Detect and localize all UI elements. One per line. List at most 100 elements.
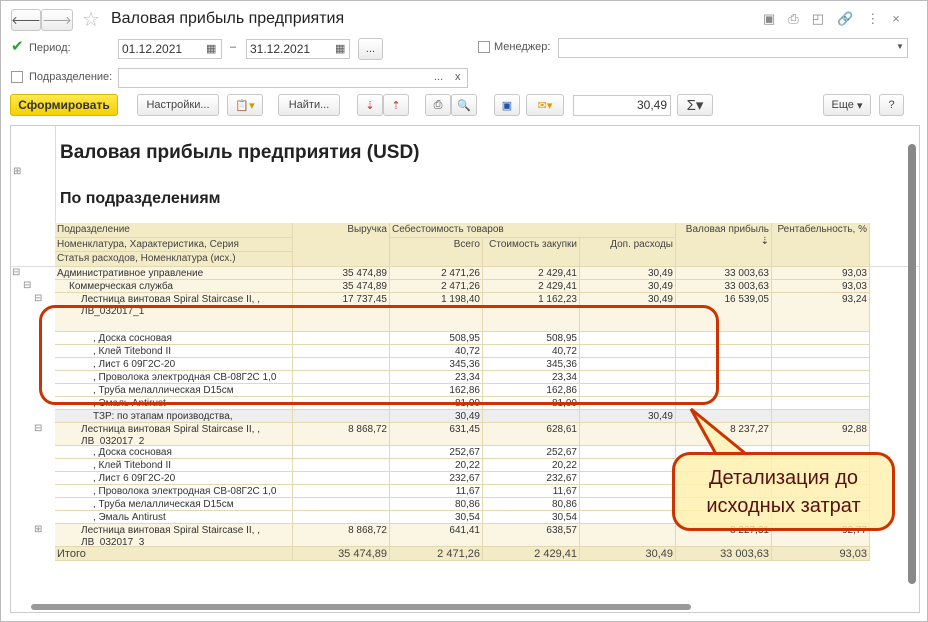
row-value: 30,49 (580, 410, 676, 423)
row-name: , Клей Titebond II (55, 459, 293, 472)
calendar-icon[interactable]: ▦ (335, 42, 345, 55)
period-select-button[interactable]: ... (358, 38, 383, 60)
expand-icon[interactable]: ⊞ (34, 524, 42, 535)
sigma-icon: Σ (686, 96, 696, 114)
total-value: 35 474,89 (293, 547, 390, 561)
save-icon[interactable]: ▣ (763, 11, 788, 26)
row-value (772, 332, 870, 345)
row-value: 93,24 (772, 293, 870, 332)
total-value: 2 471,26 (390, 547, 483, 561)
window-title: Валовая прибыль предприятия (111, 10, 345, 27)
highlight-frame (39, 305, 719, 405)
vertical-scrollbar[interactable] (908, 144, 916, 584)
row-value (483, 410, 580, 423)
header-gross: Валовая прибыль ⇣ (676, 223, 772, 267)
more-label: Еще (831, 99, 854, 111)
help-button[interactable]: ? (879, 94, 904, 116)
report-title: Валовая прибыль предприятия (USD) (60, 142, 420, 163)
row-value (772, 345, 870, 358)
clear-button[interactable]: x (455, 71, 461, 83)
row-value: 638,57 (483, 524, 580, 547)
collapse-icon[interactable]: ⊟ (34, 293, 42, 304)
row-value (772, 371, 870, 384)
generate-button[interactable]: Сформировать (10, 94, 118, 116)
settings-button[interactable]: Настройки... (137, 94, 219, 116)
row-value (580, 511, 676, 524)
more-vert-icon[interactable]: ⋮ (866, 11, 892, 26)
sum-mode-button[interactable]: Σ ▾ (677, 94, 713, 116)
period-checkbox[interactable]: ✔ (11, 39, 24, 54)
horizontal-scrollbar[interactable] (31, 604, 691, 610)
email-icon[interactable]: ✉▾ (526, 94, 564, 116)
header-department: Подразделение (55, 223, 293, 238)
department-checkbox[interactable] (11, 71, 23, 83)
manager-label: Менеджер: (494, 41, 551, 53)
save-icon[interactable]: ▣ (494, 94, 520, 116)
more-button[interactable]: Еще ▾ (823, 94, 871, 116)
row-value: 93,03 (772, 280, 870, 293)
chevron-down-icon[interactable]: ▼ (896, 42, 904, 51)
row-value: 20,22 (390, 459, 483, 472)
row-value: 30,54 (483, 511, 580, 524)
row-value (580, 485, 676, 498)
variant-button[interactable]: 📋▾ (227, 94, 263, 116)
row-value: 2 429,41 (483, 267, 580, 280)
row-value: 2 471,26 (390, 267, 483, 280)
sum-field: 30,49 (573, 95, 671, 116)
row-name: , Труба мелаллическая D15см (55, 498, 293, 511)
row-value: 2 429,41 (483, 280, 580, 293)
manager-checkbox[interactable] (478, 41, 490, 53)
row-value (293, 472, 390, 485)
report-subtitle: По подразделениям (60, 190, 221, 207)
row-value: 628,61 (483, 423, 580, 446)
row-value (580, 498, 676, 511)
row-name: Коммерческая служба (55, 280, 293, 293)
link-icon[interactable]: 🔗 (837, 11, 866, 26)
row-value: 20,22 (483, 459, 580, 472)
row-name: Административное управление (55, 267, 293, 280)
favorite-star-icon[interactable]: ☆ (82, 7, 100, 32)
row-value: 30,49 (580, 267, 676, 280)
department-select-button[interactable]: ... (434, 71, 443, 83)
header-revenue: Выручка (293, 223, 390, 267)
back-button[interactable]: 🡐 (11, 9, 41, 31)
total-value: 2 429,41 (483, 547, 580, 561)
collapse-icon[interactable]: ⊟ (34, 423, 42, 434)
row-value: 252,67 (483, 446, 580, 459)
row-name: Лестница винтовая Spiral Staircase II, ,… (55, 423, 293, 446)
row-value (772, 358, 870, 371)
department-input[interactable] (118, 68, 468, 88)
dash: – (230, 41, 237, 53)
expand-icon[interactable]: ⊞ (13, 166, 21, 177)
period-label: Период: (29, 42, 71, 54)
total-label: Итого (55, 547, 293, 561)
row-value (293, 498, 390, 511)
row-value: 93,03 (772, 267, 870, 280)
print-icon[interactable]: ⎙ (425, 94, 451, 116)
row-value (580, 459, 676, 472)
row-value: 30,54 (390, 511, 483, 524)
collapse-icon[interactable]: ⊟ (23, 280, 31, 291)
row-value: 8 868,72 (293, 423, 390, 446)
row-value: 11,67 (390, 485, 483, 498)
manager-select[interactable] (558, 38, 908, 58)
row-name: ТЗР: по этапам производства, (55, 410, 293, 423)
forward-button[interactable]: 🡒 (41, 9, 73, 31)
preview-icon[interactable]: ◰ (812, 11, 837, 26)
row-value (293, 485, 390, 498)
collapse-icon[interactable]: ⊟ (12, 267, 20, 278)
header-purchase: Стоимость закупки (483, 238, 580, 267)
calendar-icon[interactable]: ▦ (206, 42, 216, 55)
header-total: Всего (390, 238, 483, 267)
print-icon[interactable]: ⎙ (788, 11, 811, 26)
preview-icon[interactable]: 🔍 (451, 94, 477, 116)
close-icon[interactable]: × (892, 11, 913, 26)
row-value: 80,86 (483, 498, 580, 511)
row-value: 232,67 (483, 472, 580, 485)
header-cost-group: Себестоимость товаров (390, 223, 676, 238)
report-window: 🡐 🡒 ☆ Валовая прибыль предприятия ▣⎙◰🔗⋮×… (0, 0, 928, 622)
find-button[interactable]: Найти... (278, 94, 340, 116)
expand-groups-icon[interactable]: ⇣ (357, 94, 383, 116)
collapse-groups-icon[interactable]: ⇡ (383, 94, 409, 116)
row-value (580, 524, 676, 547)
